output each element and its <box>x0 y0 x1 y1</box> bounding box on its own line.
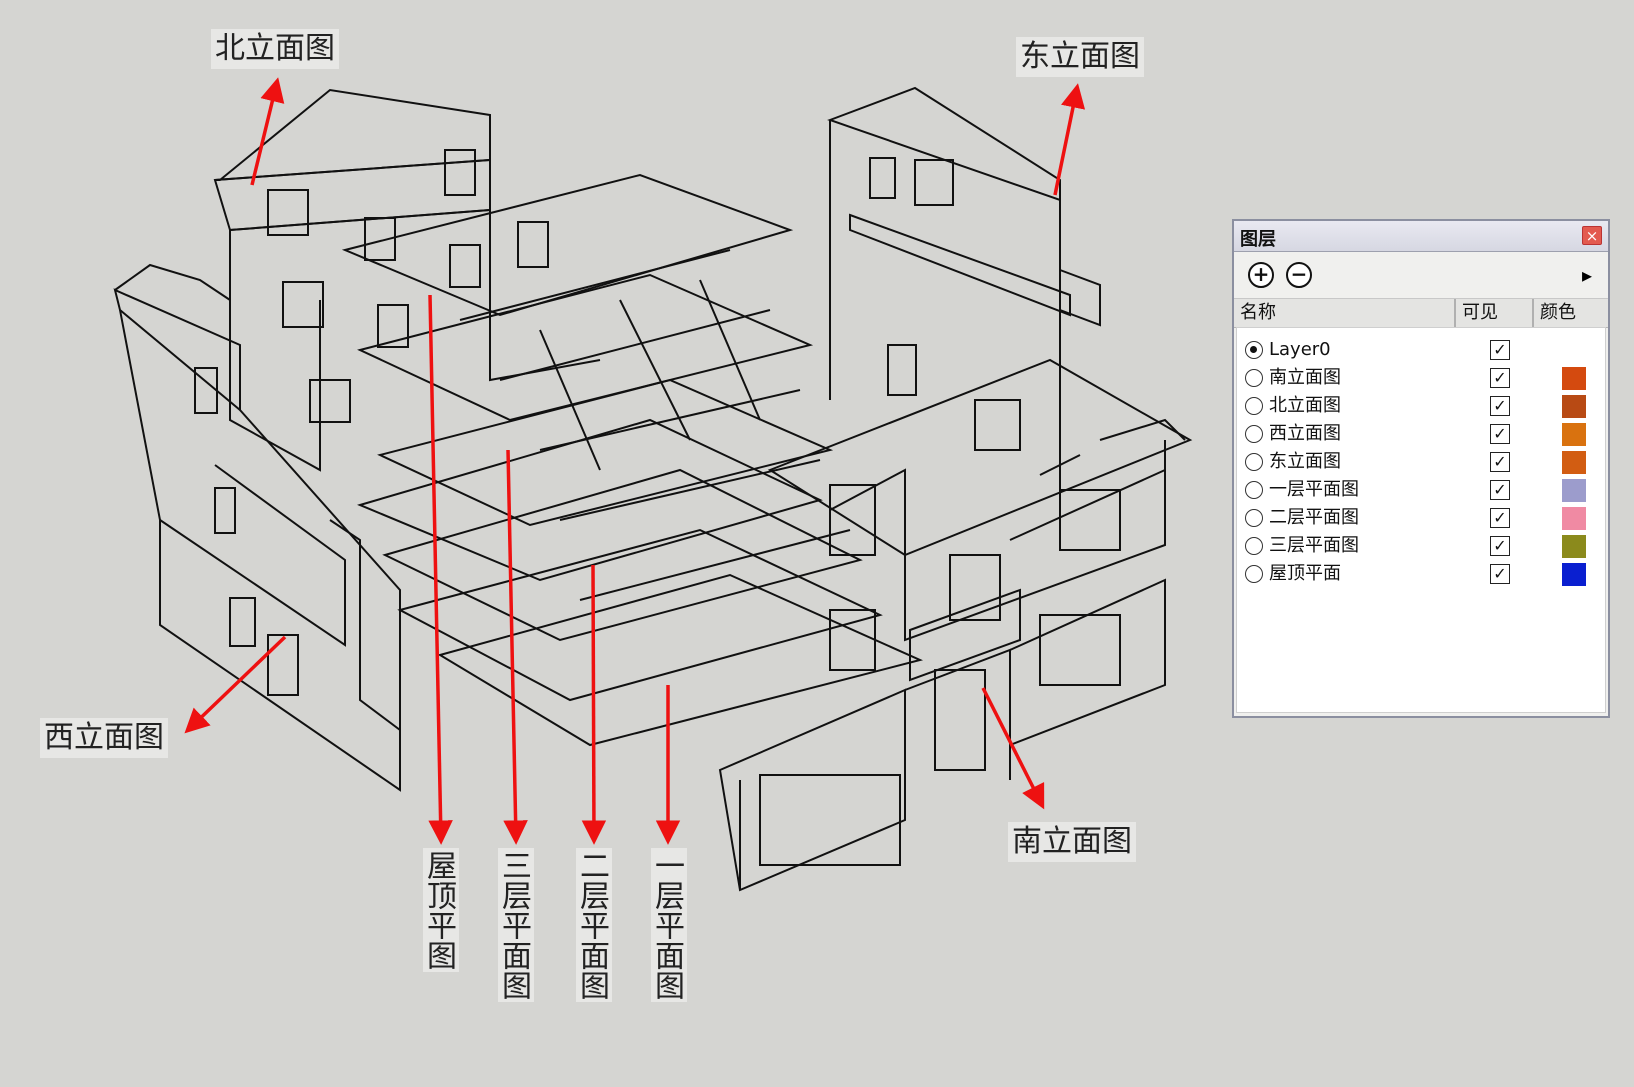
layer-row[interactable]: Layer0 ✓ <box>1237 336 1605 364</box>
active-layer-radio[interactable] <box>1245 537 1263 555</box>
layers-panel-titlebar[interactable]: 图层 × <box>1234 221 1608 252</box>
add-layer-icon[interactable]: + <box>1248 262 1274 288</box>
layer-color-swatch[interactable] <box>1562 367 1586 390</box>
layer-row[interactable]: 西立面图 ✓ <box>1237 420 1605 448</box>
label-east-elevation: 东立面图 <box>1016 37 1144 77</box>
column-header-color[interactable]: 颜色 <box>1534 299 1608 327</box>
column-header-visible[interactable]: 可见 <box>1456 299 1534 327</box>
active-layer-radio[interactable] <box>1245 397 1263 415</box>
label-north-elevation: 北立面图 <box>211 29 339 69</box>
layers-panel: 图层 × + − ▸ 名称 可见 颜色 Layer0 ✓ 南立面图 ✓ 北立面图 ✓ 西立面… <box>1232 219 1610 718</box>
callout-arrows <box>184 77 1086 845</box>
active-layer-radio[interactable] <box>1245 565 1263 583</box>
label-floor1-plan: 一层平面图 <box>649 848 687 1002</box>
column-header-name[interactable]: 名称 <box>1234 299 1456 327</box>
layer-name[interactable]: 北立面图 <box>1269 394 1341 418</box>
layer-color-swatch[interactable] <box>1562 395 1586 418</box>
close-icon[interactable]: × <box>1582 226 1602 245</box>
layer-name[interactable]: 三层平面图 <box>1269 534 1359 558</box>
visibility-checkbox[interactable]: ✓ <box>1490 480 1510 500</box>
active-layer-radio[interactable] <box>1245 453 1263 471</box>
layer-name[interactable]: 西立面图 <box>1269 422 1341 446</box>
layer-name[interactable]: 屋顶平面 <box>1269 562 1341 586</box>
layers-table-header: 名称 可见 颜色 <box>1234 299 1608 328</box>
remove-layer-icon[interactable]: − <box>1286 262 1312 288</box>
visibility-checkbox[interactable]: ✓ <box>1490 340 1510 360</box>
visibility-checkbox[interactable]: ✓ <box>1490 564 1510 584</box>
layer-name[interactable]: 二层平面图 <box>1269 506 1359 530</box>
label-floor2-plan: 二层平面图 <box>574 848 612 1002</box>
layer-row[interactable]: 北立面图 ✓ <box>1237 392 1605 420</box>
layer-row[interactable]: 一层平面图 ✓ <box>1237 476 1605 504</box>
layer-color-swatch[interactable] <box>1562 451 1586 474</box>
layer-color-swatch[interactable] <box>1562 423 1586 446</box>
active-layer-radio[interactable] <box>1245 369 1263 387</box>
layers-panel-title: 图层 <box>1240 229 1276 250</box>
layer-name[interactable]: 东立面图 <box>1269 450 1341 474</box>
layer-color-swatch[interactable] <box>1562 535 1586 558</box>
active-layer-radio[interactable] <box>1245 509 1263 527</box>
visibility-checkbox[interactable]: ✓ <box>1490 368 1510 388</box>
active-layer-radio[interactable] <box>1245 341 1263 359</box>
visibility-checkbox[interactable]: ✓ <box>1490 536 1510 556</box>
active-layer-radio[interactable] <box>1245 425 1263 443</box>
details-menu-icon[interactable]: ▸ <box>1576 262 1598 288</box>
active-layer-radio[interactable] <box>1245 481 1263 499</box>
layer-color-swatch[interactable] <box>1562 479 1586 502</box>
layer-row[interactable]: 二层平面图 ✓ <box>1237 504 1605 532</box>
layer-name[interactable]: Layer0 <box>1269 338 1331 362</box>
layer-name[interactable]: 南立面图 <box>1269 366 1341 390</box>
label-roof-plan: 屋顶平图 <box>421 848 459 972</box>
layer-name[interactable]: 一层平面图 <box>1269 478 1359 502</box>
layer-row[interactable]: 屋顶平面 ✓ <box>1237 560 1605 588</box>
label-floor3-plan: 三层平面图 <box>496 848 534 1002</box>
visibility-checkbox[interactable]: ✓ <box>1490 452 1510 472</box>
layer-color-swatch[interactable] <box>1562 507 1586 530</box>
layer-row[interactable]: 南立面图 ✓ <box>1237 364 1605 392</box>
layer-color-swatch[interactable] <box>1562 563 1586 586</box>
layer-row[interactable]: 三层平面图 ✓ <box>1237 532 1605 560</box>
visibility-checkbox[interactable]: ✓ <box>1490 508 1510 528</box>
label-south-elevation: 南立面图 <box>1008 822 1136 862</box>
visibility-checkbox[interactable]: ✓ <box>1490 424 1510 444</box>
layers-toolbar: + − ▸ <box>1234 252 1608 299</box>
visibility-checkbox[interactable]: ✓ <box>1490 396 1510 416</box>
layers-list: Layer0 ✓ 南立面图 ✓ 北立面图 ✓ 西立面图 ✓ 东立面图 ✓ 一层平面图 ✓ 二层平面图 ✓ 三… <box>1236 327 1606 713</box>
building-wireframe <box>113 86 1193 892</box>
layer-row[interactable]: 东立面图 ✓ <box>1237 448 1605 476</box>
label-west-elevation: 西立面图 <box>40 718 168 758</box>
